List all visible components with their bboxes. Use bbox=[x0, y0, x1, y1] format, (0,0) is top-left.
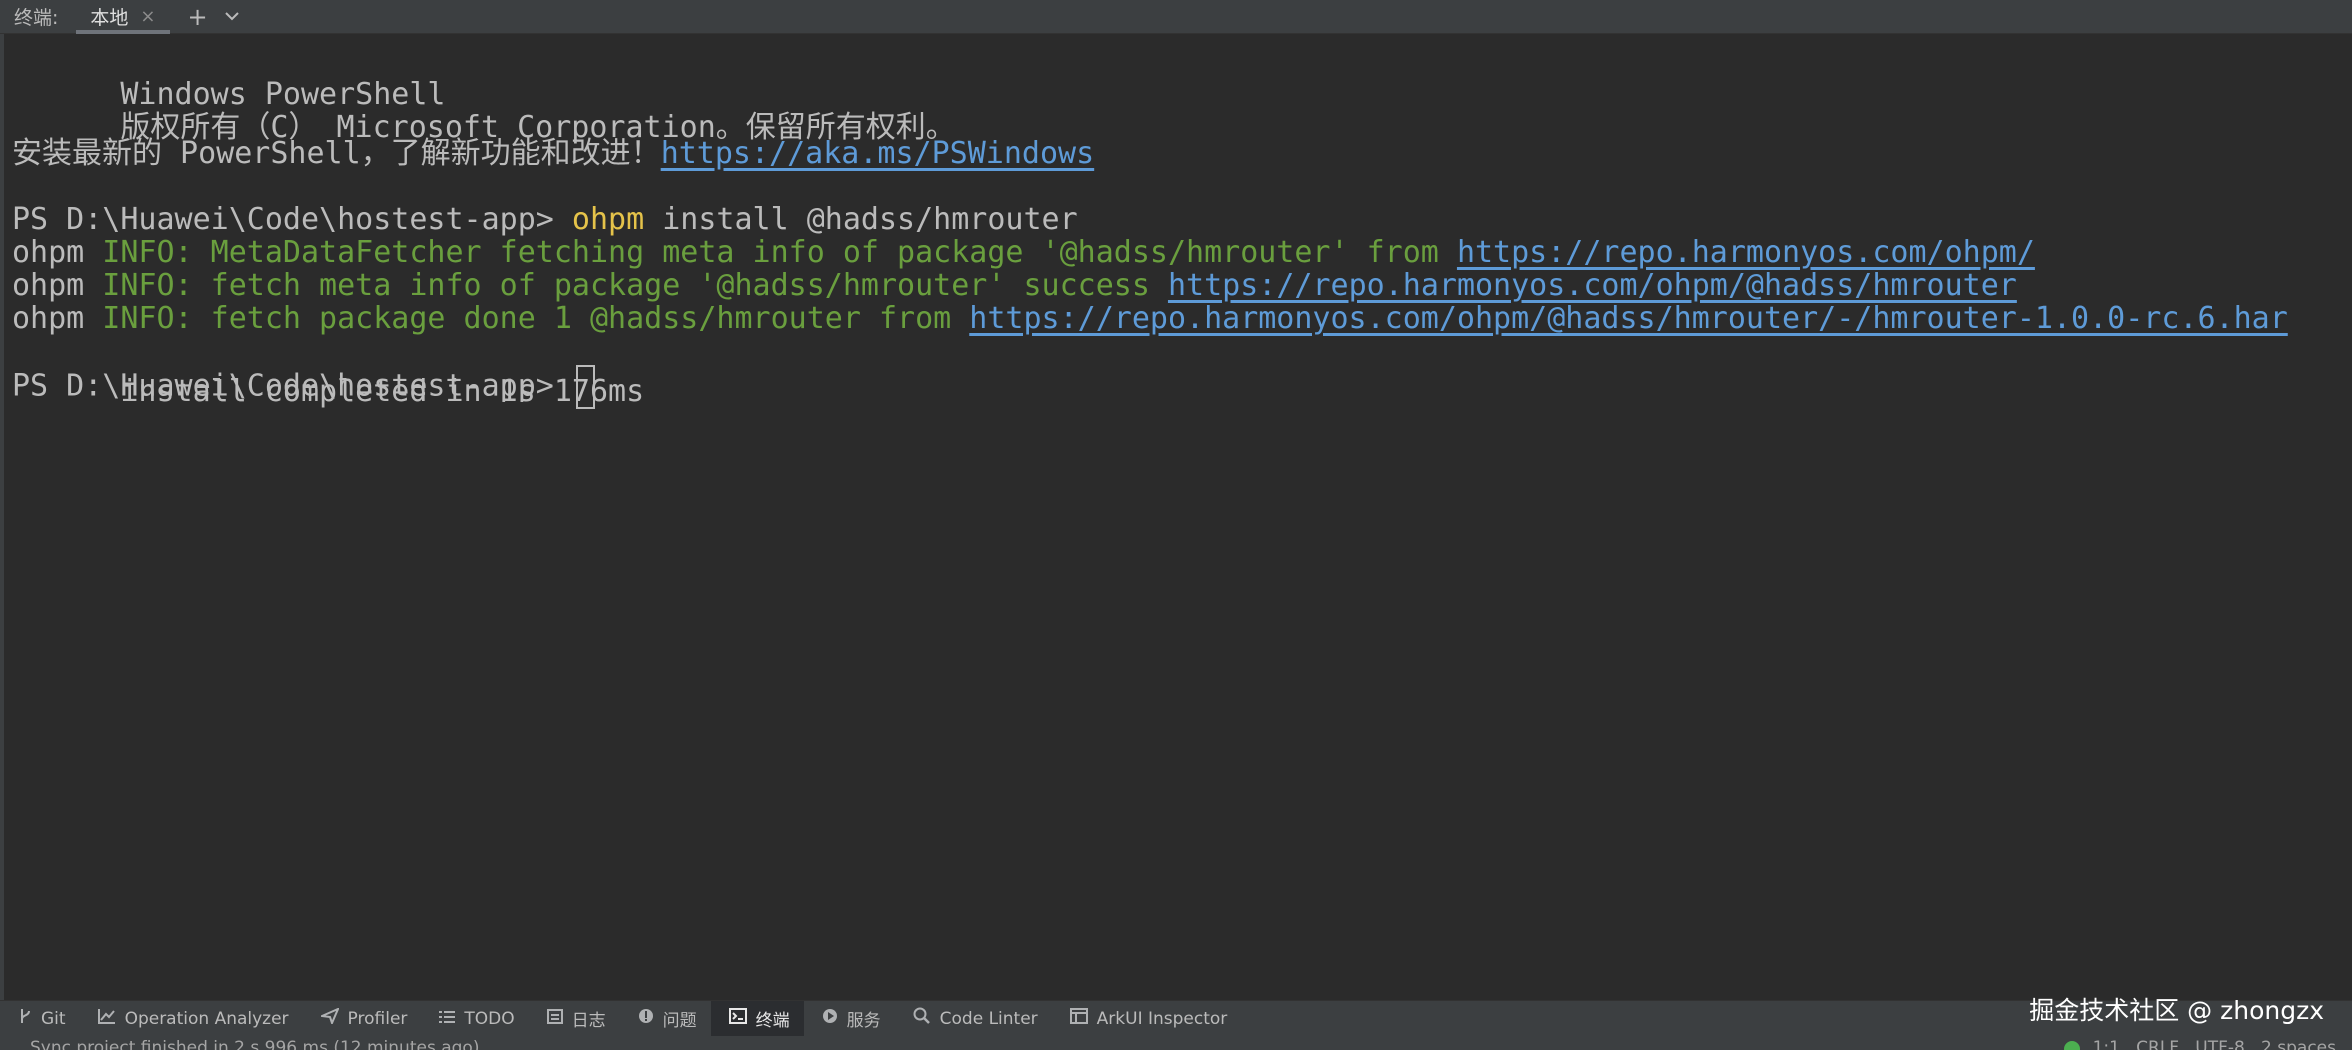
tool-arkui-inspector[interactable]: ArkUI Inspector bbox=[1052, 1001, 1242, 1037]
profiler-icon bbox=[317, 1007, 340, 1029]
services-icon bbox=[822, 1008, 838, 1029]
tool-window-bar: Git Operation Analyzer Profiler TODO 日志 bbox=[0, 996, 2352, 1037]
tool-label: Profiler bbox=[347, 1008, 408, 1029]
tab-local[interactable]: 本地 × bbox=[76, 0, 170, 34]
watermark: 掘金技术社区 @ zhongzx bbox=[2029, 996, 2324, 1025]
close-icon[interactable]: × bbox=[140, 6, 155, 27]
tool-services[interactable]: 服务 bbox=[804, 1001, 895, 1037]
tool-profiler[interactable]: Profiler bbox=[303, 1001, 422, 1037]
prompt: PS D:\Huawei\Code\hostest-app> bbox=[12, 368, 572, 404]
info-text: INFO: MetaDataFetcher fetching meta info… bbox=[84, 235, 1457, 270]
tool-log[interactable]: 日志 bbox=[529, 1001, 620, 1037]
text-cursor bbox=[575, 365, 595, 409]
package-link[interactable]: https://repo.harmonyos.com/ohpm/@hadss/h… bbox=[1168, 268, 2017, 303]
log-icon bbox=[546, 1008, 563, 1029]
repo-link[interactable]: https://repo.harmonyos.com/ohpm/ bbox=[1457, 235, 2035, 270]
tool-operation-analyzer[interactable]: Operation Analyzer bbox=[80, 1001, 303, 1037]
terminal-line: 安装最新的 PowerShell，了解新功能和改进！https://aka.ms… bbox=[12, 134, 1094, 174]
tool-todo[interactable]: TODO bbox=[421, 1001, 528, 1037]
inspector-icon bbox=[1069, 1008, 1088, 1029]
terminal-icon bbox=[728, 1008, 747, 1029]
log-prefix: ohpm bbox=[12, 268, 85, 303]
tool-code-linter[interactable]: Code Linter bbox=[895, 1001, 1052, 1037]
tool-label: TODO bbox=[464, 1008, 515, 1029]
tool-label: 服务 bbox=[846, 1011, 881, 1031]
chart-icon bbox=[97, 1008, 116, 1029]
branch-icon bbox=[18, 1007, 32, 1030]
status-indicator-icon bbox=[2064, 1041, 2080, 1050]
tool-label: Code Linter bbox=[939, 1008, 1038, 1029]
status-bar: Sync project finished in 2 s 996 ms (12 … bbox=[0, 1036, 2352, 1050]
info-text: INFO: fetch package done 1 @hadss/hmrout… bbox=[84, 301, 970, 336]
status-position[interactable]: 1:1 CRLF UTF-8 2 spaces bbox=[2093, 1038, 2336, 1050]
tool-label: Operation Analyzer bbox=[124, 1008, 289, 1029]
tool-label: 终端 bbox=[755, 1011, 790, 1031]
command-name: ohpm bbox=[571, 202, 645, 237]
chevron-down-icon[interactable] bbox=[224, 9, 240, 25]
terminal-line: PS D:\Huawei\Code\hostest-app> bbox=[12, 365, 595, 409]
list-icon bbox=[439, 1009, 456, 1029]
problems-icon bbox=[638, 1008, 654, 1029]
tool-label: 日志 bbox=[571, 1011, 606, 1031]
prompt: PS D:\Huawei\Code\hostest-app> bbox=[12, 202, 572, 237]
add-tab-icon[interactable]: + bbox=[188, 5, 208, 29]
terminal-panel-label: 终端: bbox=[14, 7, 59, 29]
terminal-tab-bar: 终端: 本地 × + bbox=[0, 0, 2352, 34]
status-message[interactable]: Sync project finished in 2 s 996 ms (12 … bbox=[30, 1038, 479, 1050]
tool-terminal[interactable]: 终端 bbox=[710, 1000, 804, 1037]
log-prefix: ohpm bbox=[12, 301, 85, 336]
log-prefix: ohpm bbox=[12, 235, 85, 270]
tool-git[interactable]: Git bbox=[0, 1001, 80, 1037]
ide-window: 终端: 本地 × + Windows PowerShell 版权所有（C） Mi… bbox=[0, 0, 2352, 1050]
command-args: install @hadss/hmrouter bbox=[644, 202, 1078, 237]
tool-label: ArkUI Inspector bbox=[1096, 1008, 1228, 1029]
terminal-output[interactable]: Windows PowerShell 版权所有（C） Microsoft Cor… bbox=[0, 34, 2352, 1000]
tool-problems[interactable]: 问题 bbox=[620, 1001, 711, 1037]
tool-label: Git bbox=[41, 1008, 66, 1029]
har-link[interactable]: https://repo.harmonyos.com/ohpm/@hadss/h… bbox=[969, 301, 2288, 336]
linter-icon bbox=[913, 1007, 931, 1030]
tab-local-label: 本地 bbox=[90, 7, 129, 29]
info-text: INFO: fetch meta info of package '@hadss… bbox=[84, 268, 1168, 303]
terminal-line: 版权所有（C） Microsoft Corporation。保留所有权利。 bbox=[12, 68, 955, 145]
powershell-link[interactable]: https://aka.ms/PSWindows bbox=[661, 136, 1094, 171]
terminal-text: 安装最新的 PowerShell，了解新功能和改进！ bbox=[12, 136, 661, 171]
tool-label: 问题 bbox=[662, 1011, 697, 1031]
